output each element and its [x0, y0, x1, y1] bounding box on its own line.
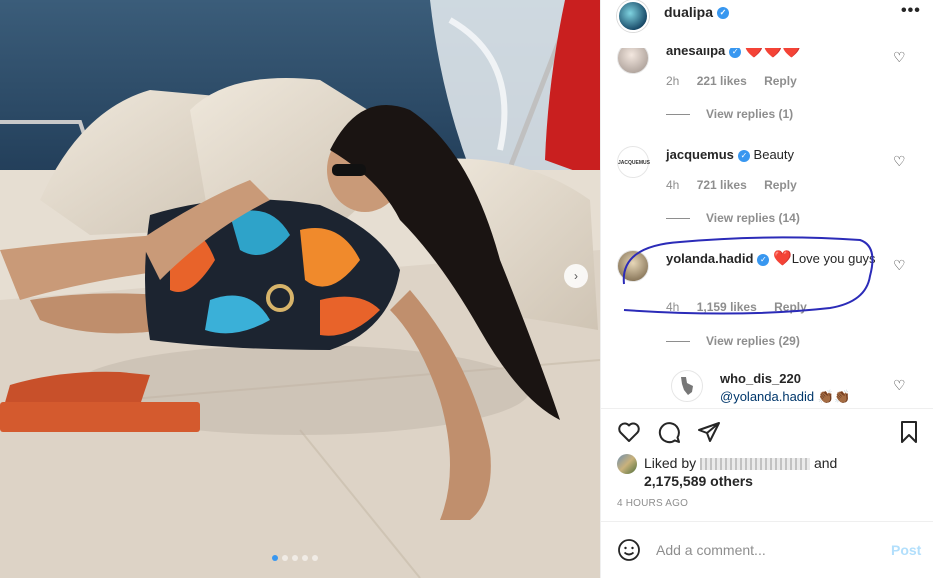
post-photo[interactable]: › — [0, 0, 600, 578]
commenter-avatar[interactable]: JACQUEMUS — [617, 146, 650, 178]
commenter-avatar[interactable] — [671, 370, 703, 402]
comment-body: Beauty — [753, 147, 795, 162]
comment-likes[interactable]: 721 likes — [697, 178, 747, 192]
carousel-dot — [302, 555, 308, 561]
post-actions-bar — [601, 410, 933, 456]
likes-count[interactable]: 2,175,589 others — [644, 473, 753, 489]
verified-icon: ✓ — [717, 7, 730, 20]
liked-by-suffix: and — [813, 455, 838, 471]
reply-button[interactable]: Reply — [764, 178, 797, 192]
view-replies-button[interactable]: View replies (14) — [666, 211, 800, 225]
comment-likes[interactable]: 221 likes — [697, 74, 747, 88]
carousel-dot — [312, 555, 318, 561]
divider-line — [666, 218, 690, 220]
commenter-avatar[interactable] — [617, 48, 649, 74]
add-comment-bar: Post — [601, 521, 933, 578]
clap-emoji: 👏🏾👏🏾 — [817, 389, 851, 404]
post-header: dualipa ✓ ••• — [601, 0, 933, 48]
view-replies-button[interactable]: View replies (29) — [666, 334, 800, 348]
commenter-avatar[interactable] — [617, 250, 649, 282]
comment-icon[interactable] — [657, 420, 681, 444]
mention-link[interactable]: @yolanda.hadid — [720, 389, 814, 404]
comment-meta: 4h 1,159 likes Reply — [666, 300, 821, 314]
heart-emoji: ❤️❤️❤️ — [744, 48, 801, 59]
view-replies-label: View replies (1) — [706, 107, 794, 121]
commenter-username[interactable]: who_dis_220 — [720, 371, 801, 386]
redacted-username — [700, 458, 811, 471]
comment-text: yolanda.hadid ✓ ❤️Love you guys — [666, 250, 896, 268]
reply-button[interactable]: Reply — [764, 74, 797, 88]
comment-meta: 4h 721 likes Reply — [666, 178, 811, 192]
author-username[interactable]: dualipa — [664, 4, 713, 20]
comment-meta: 2h 221 likes Reply — [666, 74, 811, 88]
view-replies-button[interactable]: View replies (1) — [666, 107, 793, 121]
like-comment-icon[interactable]: ♡ — [893, 378, 907, 392]
carousel-dot — [292, 555, 298, 561]
verified-icon: ✓ — [757, 253, 770, 266]
author-name[interactable]: dualipa ✓ — [664, 4, 730, 20]
comments-list[interactable]: anesalipa ✓ ❤️❤️❤️ ♡ 2h 221 likes Reply V… — [601, 48, 933, 408]
post-side-panel: dualipa ✓ ••• anesalipa ✓ ❤️❤️❤️ ♡ 2h 221 … — [600, 0, 933, 578]
like-comment-icon[interactable]: ♡ — [893, 258, 907, 272]
verified-icon: ✓ — [737, 149, 750, 162]
commenter-username[interactable]: jacquemus — [666, 147, 734, 162]
carousel-indicator — [272, 555, 318, 561]
section-divider — [601, 408, 933, 409]
commenter-username[interactable]: yolanda.hadid — [666, 251, 753, 266]
carousel-dot — [282, 555, 288, 561]
share-icon[interactable] — [697, 420, 721, 444]
next-photo-button[interactable]: › — [564, 264, 588, 288]
comment-time: 4h — [666, 300, 680, 314]
heart-emoji: ❤️ — [773, 250, 792, 267]
reply-button[interactable]: Reply — [774, 300, 807, 314]
post-button[interactable]: Post — [891, 542, 921, 558]
like-comment-icon[interactable]: ♡ — [893, 50, 907, 64]
heart-icon[interactable] — [617, 420, 641, 444]
liked-by-text: Liked by and 2,175,589 others — [644, 454, 914, 490]
bookmark-icon[interactable] — [897, 420, 921, 444]
comment-likes[interactable]: 1,159 likes — [697, 300, 757, 314]
view-replies-label: View replies (29) — [706, 334, 800, 348]
verified-icon: ✓ — [729, 48, 742, 58]
post-timestamp[interactable]: 4 HOURS AGO — [617, 498, 688, 509]
commenter-username[interactable]: anesalipa — [666, 48, 725, 58]
emoji-icon[interactable] — [617, 538, 641, 562]
liker-avatar[interactable] — [617, 454, 637, 474]
comment-text: jacquemus ✓ Beauty — [666, 146, 896, 164]
comment-input[interactable] — [656, 538, 876, 562]
divider-line — [666, 114, 690, 116]
like-comment-icon[interactable]: ♡ — [893, 154, 907, 168]
comment-body: Love you guys — [791, 251, 876, 266]
comment-time: 4h — [666, 178, 680, 192]
author-avatar[interactable] — [617, 0, 649, 32]
comment-text: anesalipa ✓ ❤️❤️❤️ — [666, 48, 896, 60]
photo-illustration — [0, 0, 600, 578]
chevron-right-icon: › — [574, 269, 578, 283]
view-replies-label: View replies (14) — [706, 211, 800, 225]
liked-by-prefix: Liked by — [644, 455, 697, 471]
map-silhouette-icon — [681, 377, 693, 395]
more-options-icon[interactable]: ••• — [901, 2, 921, 20]
comment-text: who_dis_220 @yolanda.hadid 👏🏾👏🏾 — [720, 370, 890, 406]
carousel-dot — [272, 555, 278, 561]
divider-line — [666, 341, 690, 343]
comment-time: 2h — [666, 74, 680, 88]
